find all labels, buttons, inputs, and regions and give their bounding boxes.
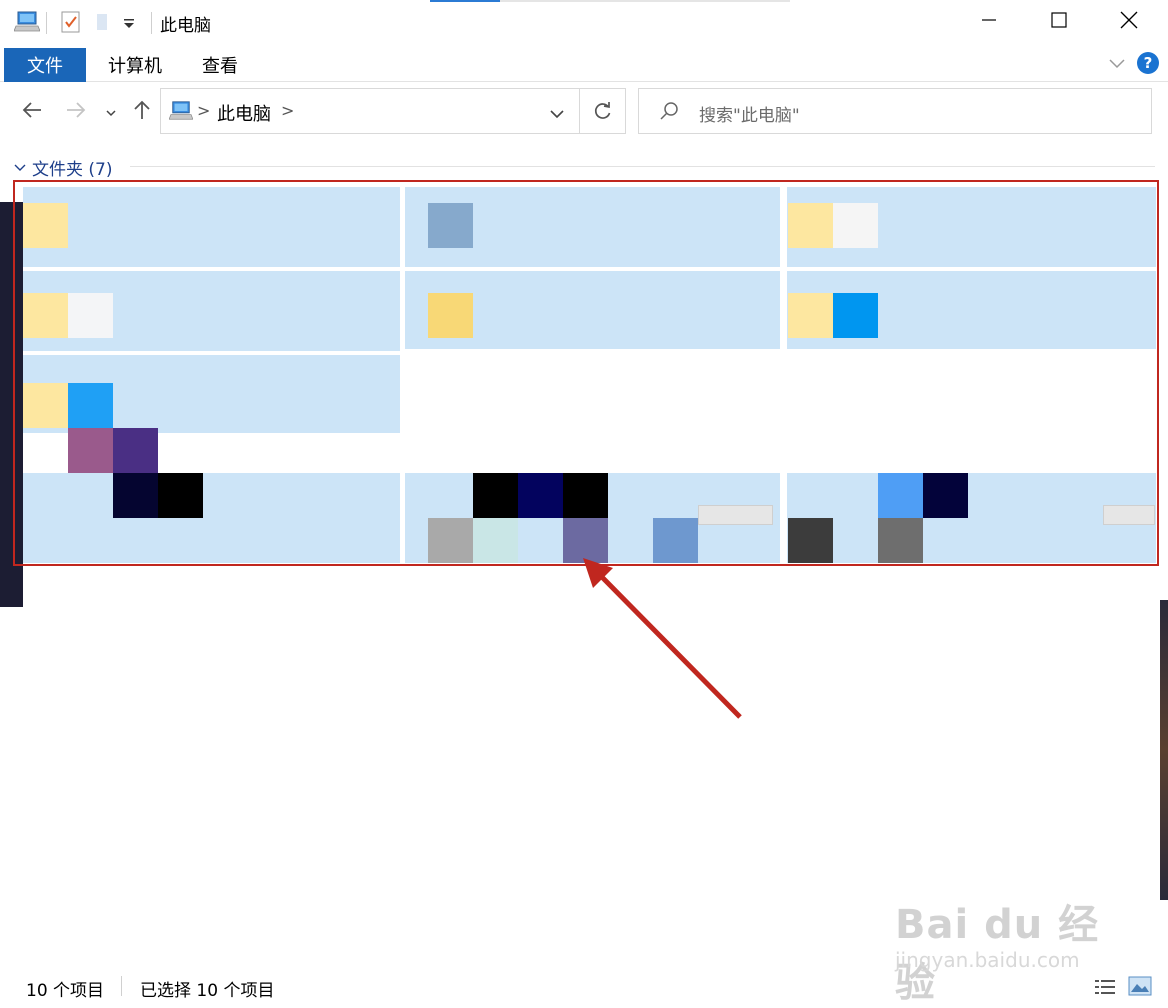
minimize-icon: [981, 12, 997, 32]
up-icon: [133, 99, 151, 125]
title-bar: 此电脑: [0, 0, 1168, 44]
refresh-icon[interactable]: [593, 101, 613, 125]
tab-view[interactable]: 查看: [195, 48, 245, 82]
properties-icon[interactable]: [60, 10, 82, 38]
watermark: Bai du 经验 jingyan.baidu.com: [895, 870, 1115, 1006]
new-folder-icon[interactable]: [94, 10, 110, 38]
ribbon-tabs: 文件 计算机 查看 ?: [0, 44, 1168, 82]
help-button[interactable]: ?: [1137, 52, 1159, 74]
address-dropdown-icon[interactable]: [549, 105, 565, 124]
title-accent-line-gray: [500, 0, 790, 2]
details-view-icon[interactable]: [1094, 978, 1116, 1001]
item-count: 10 个项目: [26, 981, 105, 1001]
search-icon: [659, 101, 679, 125]
breadcrumb-this-pc[interactable]: 此电脑: [217, 100, 271, 126]
title-accent-line: [430, 0, 500, 2]
annotation-arrow: [583, 558, 742, 719]
recent-locations-button[interactable]: [98, 98, 124, 126]
maximize-icon: [1051, 12, 1067, 32]
selected-count: 已选择 10 个项目: [140, 981, 275, 1001]
group-label: 文件夹 (7): [32, 159, 113, 180]
back-button[interactable]: [18, 98, 46, 126]
selection-highlight-box: [13, 180, 1159, 566]
expand-ribbon-icon[interactable]: [1108, 54, 1126, 73]
chevron-down-icon: [14, 158, 26, 177]
close-icon: [1120, 11, 1138, 33]
status-bar: 10 个项目 已选择 10 个项目: [0, 970, 1168, 1001]
tab-computer[interactable]: 计算机: [100, 48, 170, 82]
tab-file[interactable]: 文件: [4, 48, 86, 82]
computer-icon: [13, 10, 41, 38]
breadcrumb-separator-2[interactable]: >: [281, 101, 294, 120]
recent-dropdown-icon: [105, 103, 117, 122]
back-icon: [21, 101, 43, 123]
window-title: 此电脑: [160, 16, 211, 36]
address-divider: [579, 89, 580, 133]
background-desktop-strip-right: [1160, 600, 1168, 900]
close-button[interactable]: [1094, 0, 1164, 44]
large-icons-view-icon[interactable]: [1128, 976, 1152, 1001]
navigation-bar: > 此电脑 > 搜索"此电脑": [0, 82, 1168, 142]
forward-button[interactable]: [62, 98, 90, 126]
file-explorer-window: 此电脑 文件 计算机 查看 ? > 此电脑 > 搜索"此电脑" 文件夹 (7) …: [0, 0, 1168, 1006]
group-header-folders[interactable]: 文件夹 (7): [14, 156, 113, 180]
up-button[interactable]: [128, 98, 156, 126]
quick-access-dropdown-icon[interactable]: [122, 16, 136, 35]
maximize-button[interactable]: [1024, 0, 1094, 44]
address-bar[interactable]: > 此电脑 >: [160, 88, 626, 134]
status-separator: [121, 976, 122, 996]
forward-icon: [65, 101, 87, 123]
titlebar-separator-2: [151, 12, 152, 34]
watermark-url: jingyan.baidu.com: [895, 948, 1080, 972]
minimize-button[interactable]: [954, 0, 1024, 44]
search-box[interactable]: 搜索"此电脑": [638, 88, 1152, 134]
titlebar-separator: [46, 12, 47, 34]
breadcrumb-separator[interactable]: >: [197, 101, 210, 120]
search-input[interactable]: 搜索"此电脑": [699, 101, 800, 126]
group-divider: [130, 166, 1155, 167]
computer-icon: [168, 100, 194, 126]
